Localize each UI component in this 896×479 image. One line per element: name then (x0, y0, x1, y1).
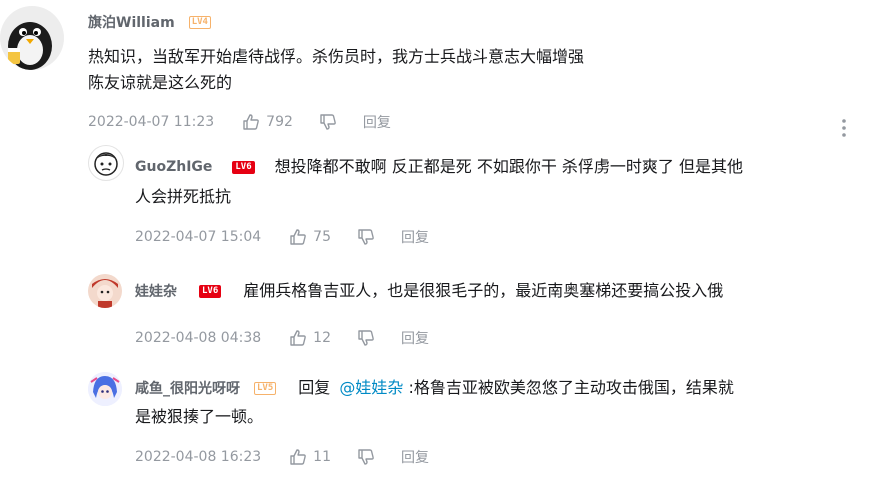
reply-button[interactable]: 回复 (401, 328, 429, 348)
comment-line: 陈友谅就是这么死的 (88, 73, 233, 92)
timestamp: 2022-04-08 16:23 (135, 449, 262, 465)
level-badge: LV4 (188, 15, 211, 29)
doll-avatar-icon (88, 274, 122, 308)
reply-3-meta: 2022-04-08 16:23 11 回复 (135, 447, 429, 467)
username[interactable]: 咸鱼_很阳光呀呀 (135, 378, 240, 398)
thumbs-up-icon (290, 330, 306, 346)
reply-body: :格鲁吉亚被欧美忽悠了主动攻击俄国，结果就 (403, 378, 734, 397)
like-count: 792 (266, 114, 293, 130)
timestamp: 2022-04-07 11:23 (88, 114, 215, 130)
anime-girl-avatar-icon (88, 372, 122, 406)
root-user-row: 旗泊William LV4 (88, 12, 211, 32)
level-badge: LV6 (232, 160, 255, 174)
thumbs-up-icon (290, 229, 306, 245)
reply-button[interactable]: 回复 (363, 112, 391, 132)
reply-2-meta: 2022-04-08 04:38 12 回复 (135, 328, 429, 348)
reply-3-row: 咸鱼_很阳光呀呀 LV5 回复 @娃娃杂 :格鲁吉亚被欧美忽悠了主动攻击俄国，结… (135, 375, 734, 401)
like-button[interactable]: 12 (289, 329, 331, 347)
more-vertical-icon[interactable] (838, 118, 850, 138)
thumbs-down-icon (358, 330, 374, 346)
cartoon-face-avatar-icon (94, 152, 118, 176)
reply-button[interactable]: 回复 (401, 227, 429, 247)
thumbs-down-icon (358, 449, 374, 465)
dislike-button[interactable] (319, 113, 337, 131)
avatar-reply-1[interactable] (88, 145, 124, 181)
thumbs-up-icon (290, 449, 306, 465)
reply-1-meta: 2022-04-07 15:04 75 回复 (135, 227, 429, 247)
reply-text-line-1: 雇佣兵格鲁吉亚人，也是很狠毛子的，最近南奥塞梯还要搞公投入俄 (243, 281, 724, 300)
username[interactable]: GuoZhIGe (135, 159, 212, 175)
reply-prefix: 回复 (298, 378, 331, 397)
penguin-avatar-icon (0, 6, 64, 70)
mention-link[interactable]: @娃娃杂 (339, 378, 403, 397)
dislike-button[interactable] (357, 448, 375, 466)
avatar-root[interactable] (0, 6, 64, 70)
dislike-button[interactable] (357, 228, 375, 246)
reply-1-row: GuoZhIGe LV6 想投降都不敢啊 反正都是死 不如跟你干 杀俘虏一时爽了… (135, 154, 743, 180)
thumbs-down-icon (320, 114, 336, 130)
username[interactable]: 娃娃杂 (135, 281, 177, 301)
username[interactable]: 旗泊William (88, 12, 175, 32)
dislike-button[interactable] (357, 329, 375, 347)
avatar-reply-2[interactable] (88, 274, 122, 308)
like-count: 11 (313, 449, 331, 465)
like-count: 12 (313, 330, 331, 346)
level-badge: LV5 (254, 381, 277, 395)
timestamp: 2022-04-08 04:38 (135, 330, 262, 346)
timestamp: 2022-04-07 15:04 (135, 229, 262, 245)
reply-text-line-1: 想投降都不敢啊 反正都是死 不如跟你干 杀俘虏一时爽了 但是其他 (274, 157, 744, 176)
reply-text-line-1: 回复 @娃娃杂 :格鲁吉亚被欧美忽悠了主动攻击俄国，结果就 (298, 375, 734, 401)
root-comment-text: 热知识，当敌军开始虐待战俘。杀伤员时，我方士兵战斗意志大幅增强 陈友谅就是这么死… (88, 44, 584, 96)
like-count: 75 (313, 229, 331, 245)
like-button[interactable]: 75 (289, 228, 331, 246)
thumbs-down-icon (358, 229, 374, 245)
comment-line: 热知识，当敌军开始虐待战俘。杀伤员时，我方士兵战斗意志大幅增强 (88, 47, 585, 66)
avatar-reply-3[interactable] (88, 372, 122, 406)
reply-button[interactable]: 回复 (401, 447, 429, 467)
like-button[interactable]: 11 (289, 448, 331, 466)
like-button[interactable]: 792 (242, 113, 293, 131)
root-meta: 2022-04-07 11:23 792 回复 (88, 112, 391, 132)
reply-2-row: 娃娃杂 LV6 雇佣兵格鲁吉亚人，也是很狠毛子的，最近南奥塞梯还要搞公投入俄 (135, 278, 723, 304)
reply-text-line-2: 是被狠揍了一顿。 (135, 407, 264, 426)
level-badge: LV6 (199, 284, 222, 298)
thumbs-up-icon (243, 114, 259, 130)
reply-text-line-2: 人会拼死抵抗 (135, 187, 232, 206)
